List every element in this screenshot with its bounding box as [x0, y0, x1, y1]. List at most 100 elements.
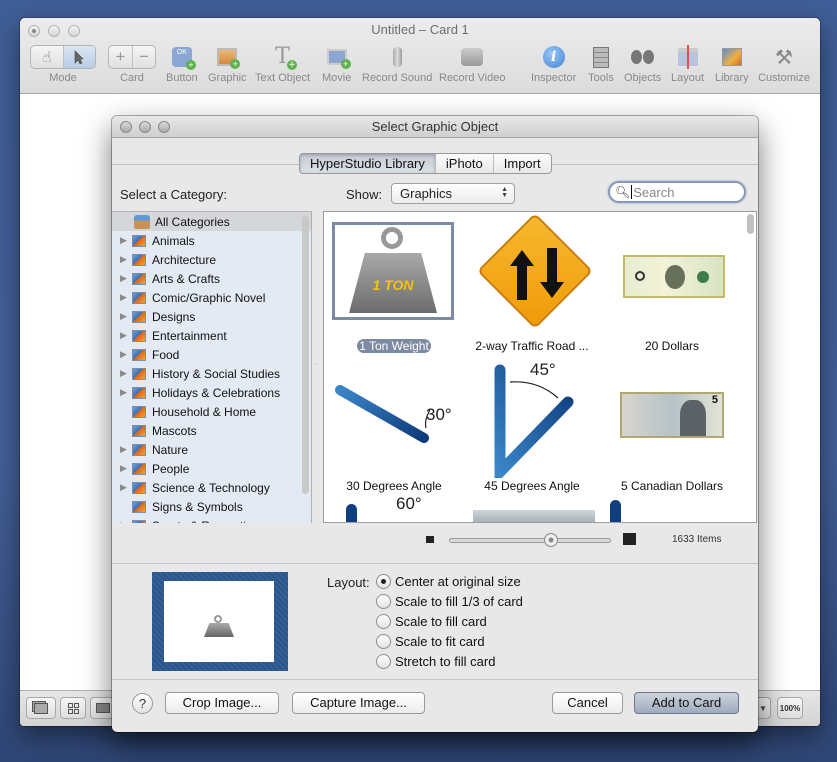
toolbar-layout[interactable]: Layout — [671, 45, 704, 84]
category-item[interactable]: ▶ Food — [112, 345, 311, 364]
browse-mode-button[interactable]: ☝ — [31, 46, 63, 68]
disclosure-triangle-icon[interactable]: ▶ — [120, 254, 132, 265]
resize-handle-icon: ◦ — [315, 361, 318, 368]
grid-scrollbar[interactable] — [747, 214, 754, 234]
category-folder-icon — [132, 500, 146, 513]
button-add-icon: OK + — [171, 47, 196, 70]
photo-thumbnail — [473, 510, 595, 522]
category-item[interactable]: ▶ Sports & Recreation — [112, 516, 311, 523]
category-label: Designs — [152, 309, 196, 324]
show-select[interactable]: Graphics ▲ ▼ — [391, 183, 515, 204]
thumbnail-size-slider[interactable] — [449, 538, 611, 543]
disclosure-triangle-icon[interactable]: ▶ — [120, 311, 132, 322]
category-item[interactable]: ▶ Entertainment — [112, 326, 311, 345]
toolbar-button[interactable]: OK + Button — [166, 45, 198, 84]
toolbar-tools[interactable]: Tools — [588, 45, 614, 84]
category-folder-icon — [132, 234, 146, 247]
dialog-close-button[interactable] — [120, 121, 132, 133]
cancel-button[interactable]: Cancel — [552, 692, 623, 714]
category-item[interactable]: All Categories — [112, 212, 311, 231]
toolbar-objects[interactable]: Objects — [624, 45, 661, 84]
zoom-level[interactable]: 100% — [777, 697, 803, 719]
main-toolbar: Untitled – Card 1 ☝ Mode + − Card OK + B… — [20, 18, 820, 94]
disclosure-triangle-icon[interactable]: ▶ — [120, 387, 132, 398]
category-item[interactable]: ▶ Comic/Graphic Novel — [112, 288, 311, 307]
split-view-divider[interactable]: ◦ — [312, 211, 322, 523]
capture-image-button[interactable]: Capture Image... — [292, 692, 425, 714]
category-label: Science & Technology — [152, 480, 270, 495]
toolbar-library[interactable]: Library — [715, 45, 749, 84]
calculator-icon — [593, 46, 609, 68]
disclosure-triangle-icon[interactable]: ▶ — [120, 330, 132, 341]
category-folder-icon — [132, 481, 146, 494]
preview-weight-ring — [214, 615, 222, 623]
radio-selected[interactable] — [376, 574, 391, 589]
toolbar-graphic[interactable]: + Graphic — [208, 45, 247, 84]
layout-option[interactable]: Scale to fit card — [376, 634, 485, 649]
category-item[interactable]: ▶ Nature — [112, 440, 311, 459]
tab-hyperstudio-library[interactable]: HyperStudio Library — [300, 154, 435, 173]
toolbar-customize[interactable]: ⚒ Customize — [758, 45, 810, 85]
category-item[interactable]: ▶ Designs — [112, 307, 311, 326]
help-button[interactable]: ? — [132, 693, 153, 714]
search-input[interactable]: 🔍︎ Search — [608, 181, 746, 203]
layout-option[interactable]: Stretch to fill card — [376, 654, 495, 669]
category-item[interactable]: ▶ Animals — [112, 231, 311, 250]
category-item[interactable]: ▶ History & Social Studies — [112, 364, 311, 383]
edit-mode-button[interactable] — [62, 46, 95, 68]
tab-iphoto[interactable]: iPhoto — [434, 154, 493, 173]
tab-import[interactable]: Import — [492, 154, 551, 173]
dialog-zoom-button[interactable] — [158, 121, 170, 133]
angle-60-image — [346, 504, 357, 522]
dialog-window-controls — [120, 121, 170, 133]
disclosure-triangle-icon[interactable]: ▶ — [120, 273, 132, 284]
stack-icon — [34, 702, 48, 714]
category-item[interactable]: ▶ Science & Technology — [112, 478, 311, 497]
category-item[interactable]: ▶ Architecture — [112, 250, 311, 269]
show-label: Show: — [346, 187, 383, 202]
add-to-card-button[interactable]: Add to Card — [634, 692, 739, 714]
item-caption: 2-way Traffic Road ... — [475, 339, 589, 353]
toolbar-record-sound[interactable]: Record Sound — [362, 45, 432, 84]
layout-option[interactable]: Scale to fill 1/3 of card — [376, 594, 523, 609]
disclosure-triangle-icon[interactable]: ▶ — [120, 349, 132, 360]
category-list[interactable]: All Categories ▶ Animals ▶ Architecture ▶ Arts… — [112, 211, 312, 523]
category-item[interactable]: Mascots — [112, 421, 311, 440]
radio-unselected[interactable] — [376, 634, 391, 649]
preview-weight — [204, 623, 234, 637]
radio-unselected[interactable] — [376, 654, 391, 669]
toolbar-movie[interactable]: + Movie — [322, 45, 351, 84]
category-folder-icon — [132, 348, 146, 361]
remove-card-button[interactable]: − — [131, 46, 155, 68]
grid-view-button[interactable] — [60, 697, 86, 719]
canadian-five-image: 5 — [620, 392, 724, 438]
disclosure-triangle-icon[interactable]: ▶ — [120, 520, 132, 523]
radio-unselected[interactable] — [376, 594, 391, 609]
category-item[interactable]: Household & Home — [112, 402, 311, 421]
slider-knob[interactable] — [544, 533, 559, 547]
disclosure-triangle-icon[interactable]: ▶ — [120, 292, 132, 303]
category-item[interactable]: ▶ People — [112, 459, 311, 478]
category-item[interactable]: ▶ Arts & Crafts — [112, 269, 311, 288]
source-tabs: HyperStudio Library iPhoto Import — [299, 153, 552, 174]
disclosure-triangle-icon[interactable]: ▶ — [120, 463, 132, 474]
toolbar-inspector[interactable]: i Inspector — [531, 45, 576, 84]
text-add-icon: T + — [275, 44, 297, 70]
disclosure-triangle-icon[interactable]: ▶ — [120, 368, 132, 379]
disclosure-triangle-icon[interactable]: ▶ — [120, 235, 132, 246]
graphic-add-icon: + — [217, 48, 241, 69]
radio-unselected[interactable] — [376, 614, 391, 629]
stack-view-button[interactable] — [26, 697, 56, 719]
add-card-button[interactable]: + — [109, 46, 132, 68]
category-item[interactable]: ▶ Holidays & Celebrations — [112, 383, 311, 402]
disclosure-triangle-icon[interactable]: ▶ — [120, 444, 132, 455]
disclosure-triangle-icon[interactable]: ▶ — [120, 482, 132, 493]
dialog-minimize-button[interactable] — [139, 121, 151, 133]
category-item[interactable]: Signs & Symbols — [112, 497, 311, 516]
layout-option[interactable]: Scale to fill card — [376, 614, 487, 629]
toolbar-record-video[interactable]: Record Video — [439, 45, 505, 84]
crop-image-button[interactable]: Crop Image... — [165, 692, 279, 714]
layout-option[interactable]: Center at original size — [376, 574, 521, 589]
category-scrollbar[interactable] — [302, 216, 309, 494]
toolbar-text-object[interactable]: T + Text Object — [255, 44, 310, 85]
